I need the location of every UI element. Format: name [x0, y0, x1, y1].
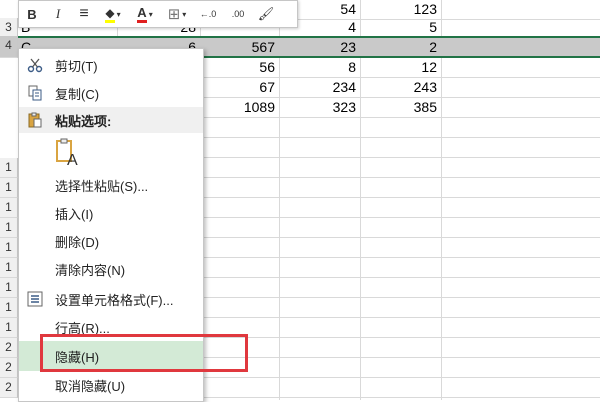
- menu-item-clear-contents[interactable]: 清除内容(N): [19, 255, 203, 283]
- row-header[interactable]: 1: [0, 258, 18, 278]
- borders-button[interactable]: ⊞ ▾: [161, 3, 193, 25]
- row-header[interactable]: 1: [0, 218, 18, 238]
- cell-b2[interactable]: 1089: [200, 98, 279, 117]
- cell-d[interactable]: 12: [360, 58, 441, 77]
- menu-item-insert[interactable]: 插入(I): [19, 199, 203, 227]
- chevron-down-icon[interactable]: ▾: [149, 10, 153, 19]
- menu-item-label: 删除(D): [55, 234, 100, 250]
- paste-option-keep-text[interactable]: A: [19, 135, 235, 169]
- menu-item-label: 清除内容(N): [55, 262, 126, 278]
- menu-item-copy[interactable]: 复制(C): [19, 79, 203, 107]
- row-header[interactable]: 2: [0, 338, 18, 358]
- format-painter-button[interactable]: 🖌: [253, 3, 279, 25]
- font-color-button[interactable]: A ▾: [129, 3, 161, 25]
- cell-d[interactable]: 123: [360, 0, 441, 19]
- row-header[interactable]: 1: [0, 278, 18, 298]
- menu-item-label: 选择性粘贴(S)...: [55, 178, 149, 194]
- cell-c[interactable]: 323: [279, 98, 360, 117]
- cell-b2[interactable]: 56: [200, 58, 279, 77]
- paste-options-header: 粘贴选项:: [19, 107, 203, 133]
- fill-color-button[interactable]: ◆ ▾: [97, 3, 129, 25]
- chevron-down-icon[interactable]: ▾: [182, 10, 186, 19]
- format-painter-icon: 🖌: [257, 6, 275, 21]
- increase-decimal-button[interactable]: ←.0: [193, 3, 223, 25]
- row-header[interactable]: 2: [0, 358, 18, 378]
- menu-item-label: 插入(I): [55, 206, 94, 222]
- row-header[interactable]: 1: [0, 178, 18, 198]
- format-cells-icon: [19, 285, 51, 313]
- menu-item-label: 复制(C): [55, 86, 100, 102]
- cell-c[interactable]: 234: [279, 78, 360, 97]
- font-color-icon: A: [137, 5, 147, 23]
- cell-b2[interactable]: 67: [200, 78, 279, 97]
- paste-text-only-icon[interactable]: A: [55, 137, 81, 169]
- cell-d[interactable]: 243: [360, 78, 441, 97]
- cell-b2[interactable]: 567: [200, 38, 279, 56]
- clipboard-icon: [19, 106, 51, 134]
- scissors-icon: [19, 51, 51, 79]
- italic-button[interactable]: I: [45, 3, 71, 25]
- row-header[interactable]: 1: [0, 158, 18, 178]
- chevron-down-icon[interactable]: ▾: [117, 10, 121, 19]
- cell-c[interactable]: 23: [279, 38, 360, 56]
- cell-d[interactable]: 2: [360, 38, 441, 56]
- menu-item-label: 设置单元格格式(F)...: [55, 292, 174, 308]
- menu-item-paste-special[interactable]: 选择性粘贴(S)...: [19, 171, 203, 199]
- borders-icon: ⊞: [167, 6, 181, 23]
- bold-button[interactable]: B: [19, 3, 45, 25]
- decrease-decimal-button[interactable]: .00: [223, 3, 253, 25]
- increase-decimal-icon: ←.0: [199, 8, 217, 19]
- svg-text:A: A: [67, 152, 78, 167]
- row-header[interactable]: 3: [0, 18, 18, 38]
- copy-icon: [19, 79, 51, 107]
- decrease-decimal-icon: .00: [231, 8, 245, 19]
- menu-item-label: 取消隐藏(U): [55, 378, 126, 394]
- menu-item-cut[interactable]: 剪切(T): [19, 51, 203, 79]
- cell-d[interactable]: 5: [360, 18, 441, 37]
- cell-c[interactable]: 8: [279, 58, 360, 77]
- menu-item-format-cells[interactable]: 设置单元格格式(F)...: [19, 285, 203, 313]
- row-header[interactable]: 4: [0, 36, 18, 58]
- menu-item-delete[interactable]: 删除(D): [19, 227, 203, 255]
- cell-d[interactable]: 385: [360, 98, 441, 117]
- row-header[interactable]: 1: [0, 238, 18, 258]
- menu-item-label: 粘贴选项:: [55, 113, 112, 129]
- mini-toolbar: B I ≡ ◆ ▾ A ▾ ⊞ ▾ ←.0 .00 🖌: [18, 0, 298, 28]
- row-header[interactable]: 2: [0, 378, 18, 398]
- menu-item-label: 剪切(T): [55, 58, 98, 74]
- align-center-button[interactable]: ≡: [71, 3, 97, 25]
- row-header[interactable]: 1: [0, 318, 18, 338]
- row-header[interactable]: 1: [0, 198, 18, 218]
- paint-bucket-icon: ◆: [105, 6, 115, 23]
- row-header[interactable]: 1: [0, 298, 18, 318]
- highlight-annotation-box: [40, 334, 248, 372]
- menu-item-unhide[interactable]: 取消隐藏(U): [19, 371, 203, 399]
